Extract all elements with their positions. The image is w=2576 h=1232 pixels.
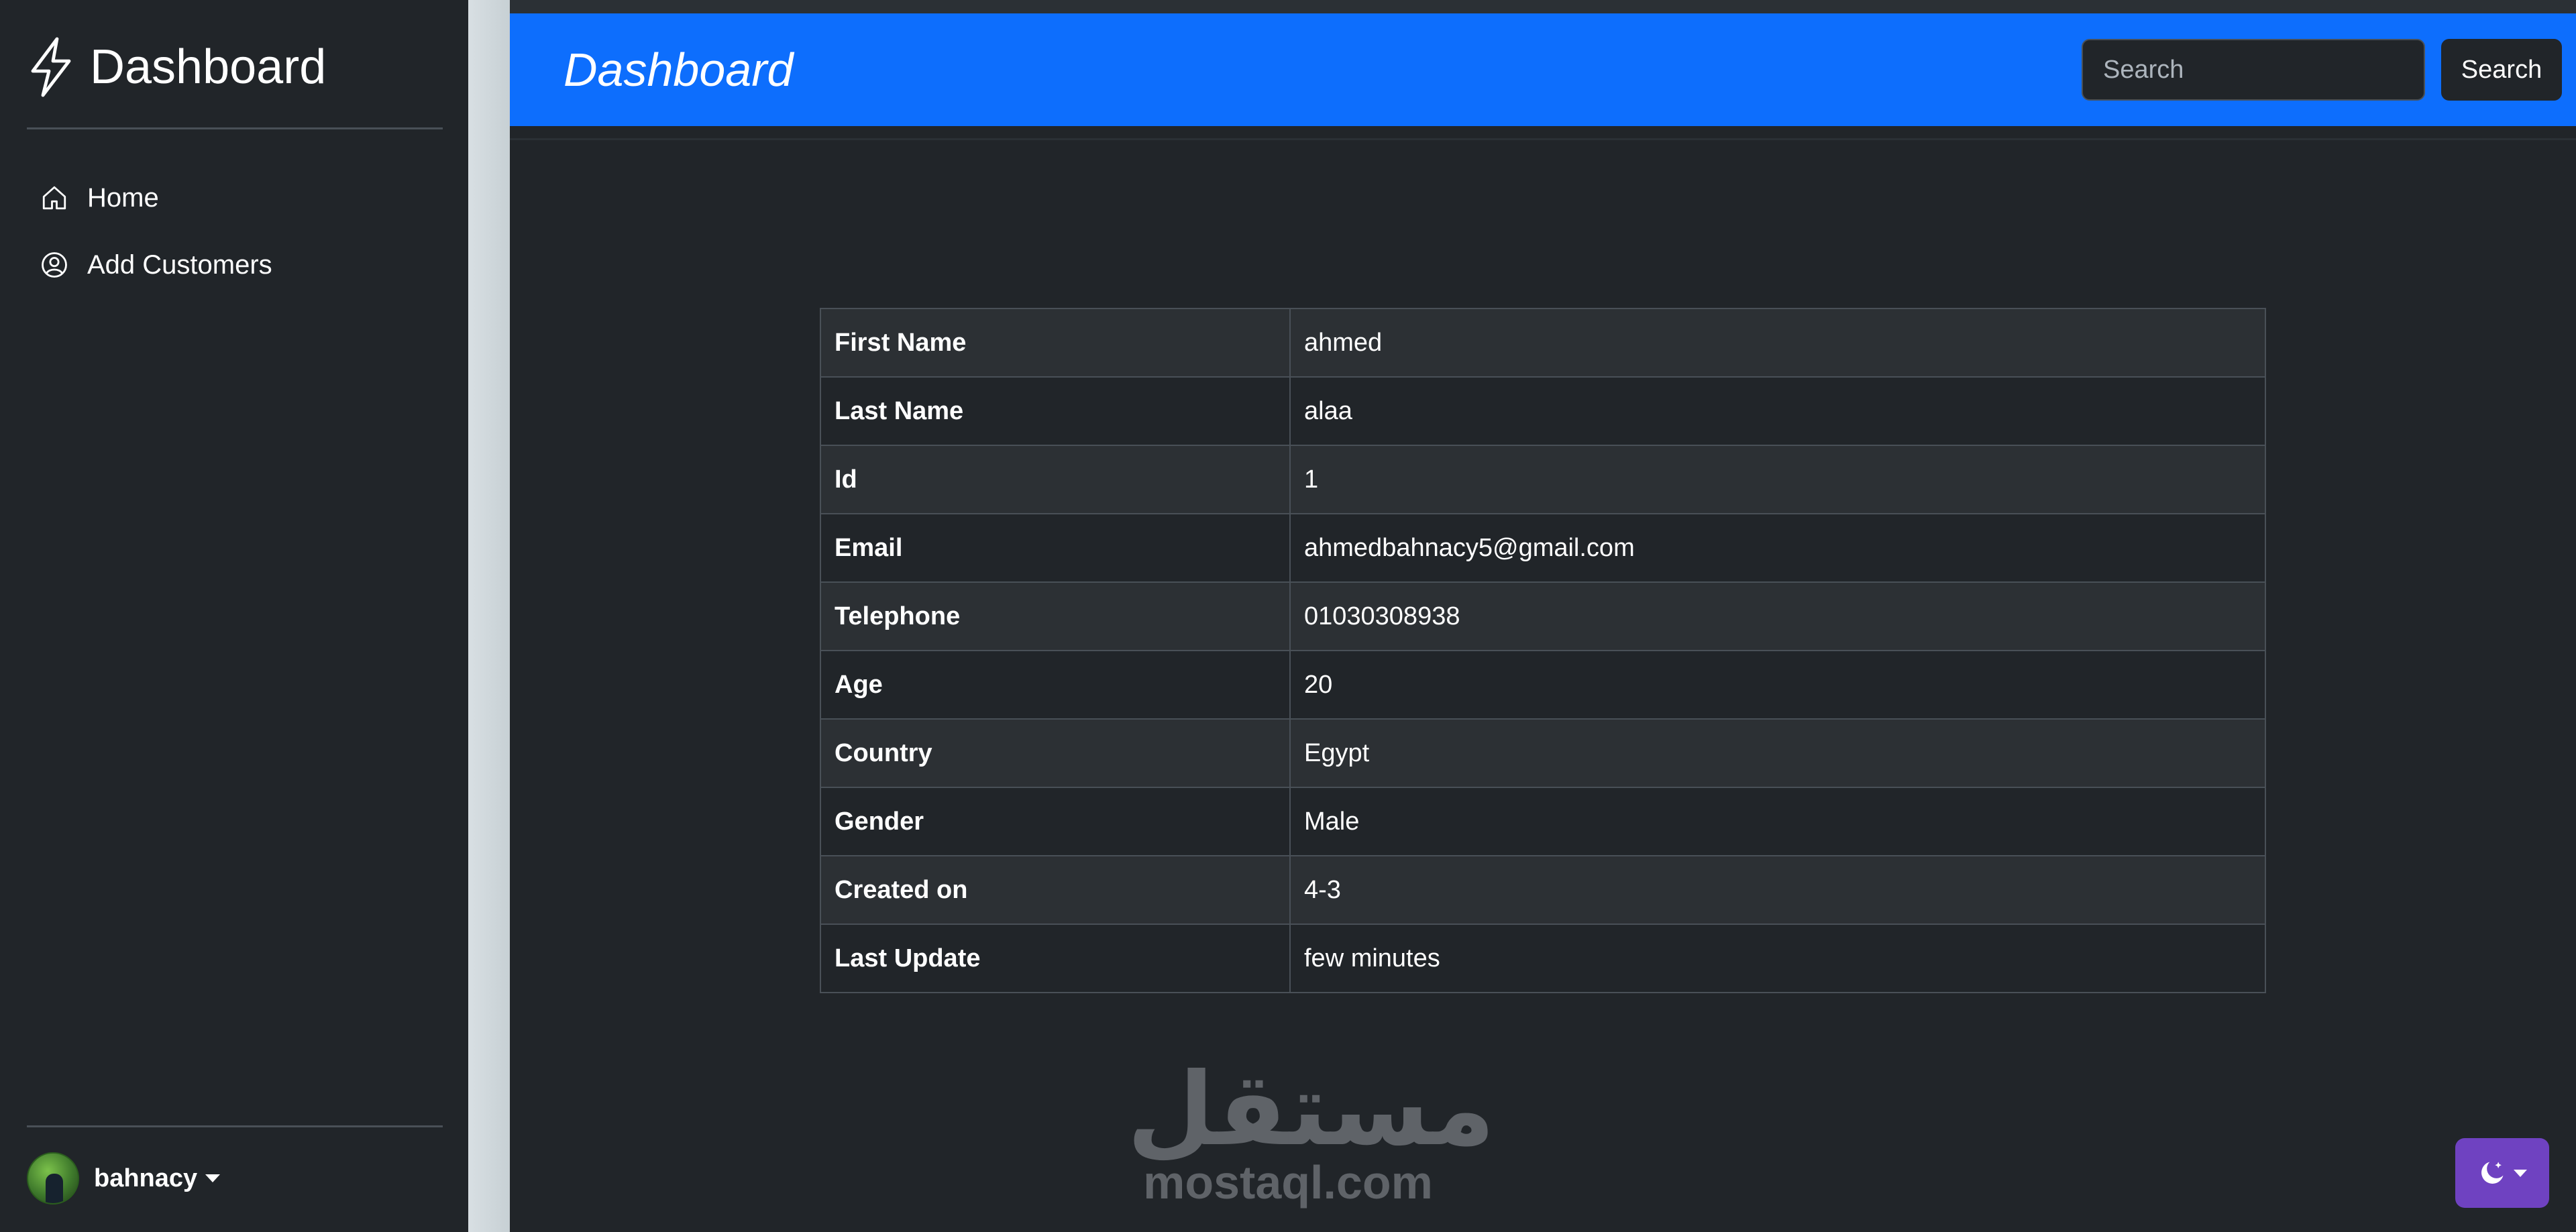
sidebar-item-add-customers[interactable]: Add Customers bbox=[40, 231, 272, 298]
sidebar-divider bbox=[27, 127, 443, 129]
avatar bbox=[27, 1152, 79, 1205]
search-button[interactable]: Search bbox=[2441, 39, 2562, 101]
table-row: Gender Male bbox=[820, 787, 2266, 856]
watermark-logo: مستقل mostaql.com bbox=[1127, 1052, 1495, 1209]
sidebar-resize-strip bbox=[468, 0, 510, 1232]
person-circle-icon bbox=[42, 252, 67, 278]
table-row: Email ahmedbahnacy5@gmail.com bbox=[820, 513, 2266, 583]
row-label: Created on bbox=[820, 855, 1291, 925]
sidebar-divider bbox=[27, 1125, 443, 1127]
brand-title: Dashboard bbox=[90, 40, 327, 94]
sidebar-item-home[interactable]: Home bbox=[40, 164, 272, 231]
watermark-latin: mostaql.com bbox=[1143, 1156, 1433, 1209]
user-menu[interactable]: bahnacy bbox=[27, 1152, 221, 1205]
page-title: Dashboard bbox=[564, 44, 794, 96]
table-row: Last Name alaa bbox=[820, 376, 2266, 446]
chevron-down-icon bbox=[2514, 1169, 2527, 1177]
table-row: Telephone 01030308938 bbox=[820, 581, 2266, 651]
sidebar-nav: Home Add Customers bbox=[40, 164, 272, 298]
table-row: First Name ahmed bbox=[820, 308, 2266, 378]
row-label: First Name bbox=[820, 308, 1291, 378]
row-value: Egypt bbox=[1289, 718, 2266, 788]
table-row: Age 20 bbox=[820, 650, 2266, 720]
row-label: Telephone bbox=[820, 581, 1291, 651]
row-value: ahmedbahnacy5@gmail.com bbox=[1289, 513, 2266, 583]
sidebar-item-label: Home bbox=[87, 182, 159, 213]
top-line bbox=[510, 0, 2576, 13]
row-label: Gender bbox=[820, 787, 1291, 856]
sidebar: Dashboard Home Add Customers bahnacy bbox=[0, 0, 468, 1232]
lightning-icon bbox=[31, 37, 71, 97]
row-label: Id bbox=[820, 445, 1291, 514]
row-label: Age bbox=[820, 650, 1291, 720]
row-value: 20 bbox=[1289, 650, 2266, 720]
chevron-down-icon bbox=[205, 1174, 221, 1182]
row-value: 1 bbox=[1289, 445, 2266, 514]
row-value: few minutes bbox=[1289, 923, 2266, 993]
watermark-arabic: مستقل bbox=[1127, 1052, 1495, 1168]
row-value: 4-3 bbox=[1289, 855, 2266, 925]
customer-details-table: First Name ahmed Last Name alaa Id 1 Ema… bbox=[820, 308, 2266, 993]
row-value: 01030308938 bbox=[1289, 581, 2266, 651]
sidebar-item-label: Add Customers bbox=[87, 249, 272, 280]
table-row: Id 1 bbox=[820, 445, 2266, 514]
row-value: Male bbox=[1289, 787, 2266, 856]
row-value: ahmed bbox=[1289, 308, 2266, 378]
row-value: alaa bbox=[1289, 376, 2266, 446]
moon-stars-icon bbox=[2481, 1162, 2504, 1184]
table-row: Country Egypt bbox=[820, 718, 2266, 788]
theme-toggle-button[interactable] bbox=[2455, 1138, 2549, 1208]
search-input[interactable] bbox=[2082, 39, 2425, 101]
house-icon bbox=[42, 186, 66, 210]
table-row: Last Update few minutes bbox=[820, 923, 2266, 993]
row-label: Email bbox=[820, 513, 1291, 583]
row-label: Country bbox=[820, 718, 1291, 788]
row-label: Last Update bbox=[820, 923, 1291, 993]
table-row: Created on 4-3 bbox=[820, 855, 2266, 925]
row-label: Last Name bbox=[820, 376, 1291, 446]
sidebar-brand[interactable]: Dashboard bbox=[27, 35, 326, 99]
top-navbar: Dashboard Search bbox=[510, 13, 2576, 126]
navbar-divider bbox=[510, 138, 2576, 140]
user-name: bahnacy bbox=[94, 1164, 198, 1192]
